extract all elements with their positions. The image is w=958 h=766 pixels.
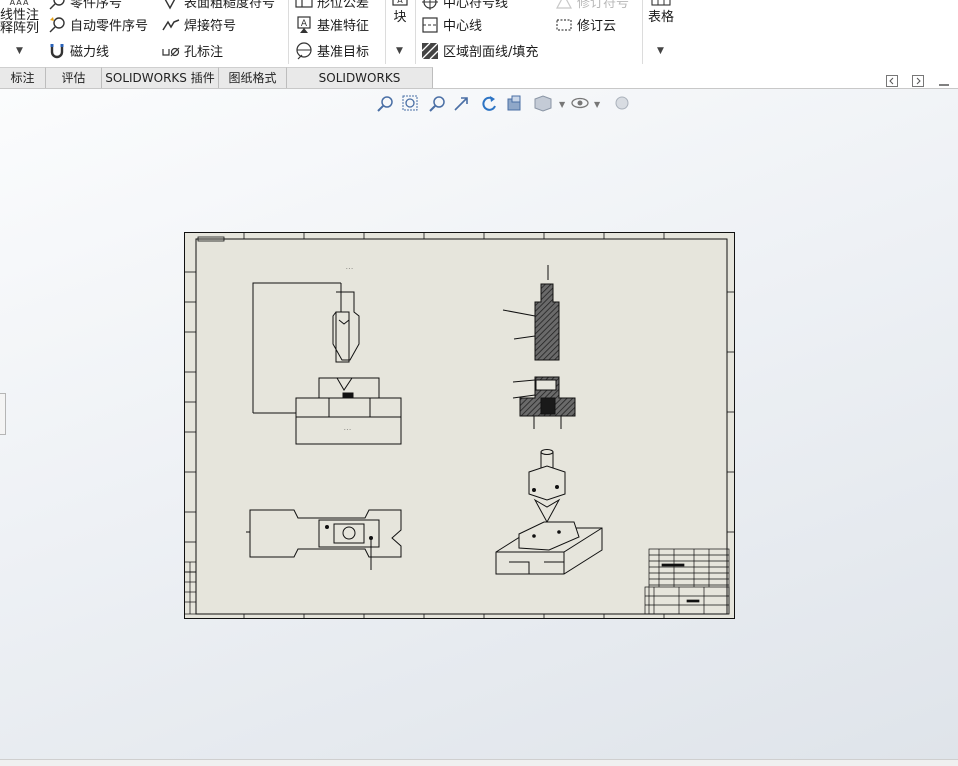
ribbon-separator (642, 0, 643, 64)
tab-solidworks-addins[interactable]: SOLIDWORKS 插件 (102, 67, 219, 88)
datum-target-button[interactable]: 基准目标 (295, 41, 369, 60)
hole-callout-label: 孔标注 (184, 45, 224, 60)
balloon-label: 零件序号 (70, 0, 123, 11)
rotate-icon[interactable] (482, 96, 496, 111)
datum-target-icon (296, 41, 312, 59)
tables-label: 表格 (648, 10, 675, 25)
geometric-tolerance-label: 形位公差 (317, 0, 370, 11)
minimize-icon[interactable] (938, 75, 950, 87)
tab-annotation[interactable]: 标注 (0, 67, 46, 88)
surface-finish-icon (165, 0, 175, 9)
geometric-tolerance-button[interactable]: 形位公差 (295, 0, 369, 11)
geometric-tolerance-icon (295, 0, 313, 8)
svg-text:- - -: - - - (346, 266, 353, 271)
ribbon-separator (415, 0, 416, 64)
revision-symbol-button[interactable]: 修订符号 (555, 0, 629, 11)
display-style-icon[interactable]: ▼ (534, 95, 566, 112)
tab-sheet-format-label: 图纸格式 (228, 71, 277, 85)
svg-text:- - -: - - - (344, 427, 351, 432)
linear-note-label-2: 释阵列 (0, 21, 40, 36)
datum-feature-label: 基准特征 (317, 19, 370, 34)
tab-annotation-label: 标注 (10, 71, 35, 85)
linear-note-pattern-button[interactable]: AAA 线性注 释阵列 (0, 0, 39, 35)
centerline-label: 中心线 (443, 19, 483, 34)
tab-solidworks-addins-label: SOLIDWORKS 插件 (105, 71, 215, 85)
area-hatch-button[interactable]: 区域剖面线/填充 (421, 41, 538, 60)
centerline-button[interactable]: 中心线 (421, 15, 482, 34)
tables-button[interactable]: 表格 (648, 0, 674, 25)
drawing-sheet[interactable]: - - - - - - (184, 232, 735, 619)
zoom-to-fit-icon[interactable] (377, 96, 393, 112)
revision-cloud-button[interactable]: 修订云 (555, 15, 616, 34)
area-hatch-icon (421, 42, 439, 59)
revision-cloud-label: 修订云 (577, 19, 617, 34)
balloon-button[interactable]: 零件序号 (48, 0, 122, 11)
tile-left-icon[interactable] (886, 75, 898, 87)
area-hatch-label: 区域剖面线/填充 (443, 45, 539, 60)
weld-symbol-button[interactable]: 焊接符号 (162, 15, 236, 34)
auto-balloon-label: 自动零件序号 (70, 19, 149, 34)
auto-balloon-button[interactable]: 自动零件序号 (48, 15, 148, 34)
balloon-icon (49, 0, 65, 9)
centerline-icon (422, 16, 438, 33)
ribbon-separator (288, 0, 289, 64)
view-orientation-icon[interactable] (507, 95, 521, 111)
tab-evaluate[interactable]: 评估 (46, 67, 102, 88)
panel-flyout-handle[interactable] (0, 393, 6, 435)
center-mark-label: 中心符号线 (443, 0, 509, 11)
zoom-in-out-icon[interactable] (429, 96, 445, 112)
magnetic-line-label: 磁力线 (70, 45, 110, 60)
chevron-down-icon[interactable]: ▼ (396, 46, 403, 56)
block-label: 块 (393, 10, 407, 25)
datum-feature-icon: A (297, 15, 311, 33)
svg-text:A: A (397, 0, 403, 5)
chevron-down-icon[interactable]: ▼ (16, 46, 23, 56)
auto-balloon-icon (49, 16, 65, 32)
surface-finish-label: 表面粗糙度符号 (184, 0, 276, 11)
command-manager-ribbon: AAA 线性注 释阵列 ▼ 零件序号 自动零件序号 磁力线 表面粗糙度符号 焊接… (0, 0, 958, 67)
chevron-down-icon[interactable]: ▼ (657, 46, 664, 56)
tab-evaluate-label: 评估 (61, 71, 86, 85)
revision-cloud-icon (556, 18, 572, 31)
datum-feature-button[interactable]: A 基准特征 (295, 15, 369, 34)
tab-sheet-format[interactable]: 图纸格式 (219, 67, 287, 88)
revision-symbol-label: 修订符号 (577, 0, 630, 11)
revision-triangle-icon (555, 0, 573, 9)
zoom-area-icon[interactable] (402, 95, 418, 111)
weld-symbol-label: 焊接符号 (184, 19, 237, 34)
svg-text:A: A (301, 19, 308, 29)
svg-text:▼: ▼ (559, 100, 566, 109)
command-manager-tabs: 标注 评估 SOLIDWORKS 插件 图纸格式 SOLIDWORKS Insp… (0, 66, 958, 105)
center-mark-button[interactable]: 中心符号线 (421, 0, 508, 11)
surface-finish-button[interactable]: 表面粗糙度符号 (162, 0, 275, 11)
heads-up-view-toolbar: ▼ ▼ (377, 95, 629, 112)
hole-callout-icon (162, 47, 180, 56)
appearance-icon[interactable] (615, 96, 629, 110)
center-mark-icon (422, 0, 438, 10)
datum-target-label: 基准目标 (317, 45, 370, 60)
block-button[interactable]: A 块 (391, 0, 409, 25)
tab-solidworks-inspection[interactable]: SOLIDWORKS Inspection (287, 67, 433, 105)
magnetic-line-button[interactable]: 磁力线 (48, 41, 109, 60)
ribbon-separator (385, 0, 386, 64)
weld-symbol-icon (162, 18, 180, 30)
pan-icon[interactable] (454, 97, 468, 111)
svg-text:▼: ▼ (594, 100, 601, 109)
tile-right-icon[interactable] (912, 75, 924, 87)
hole-callout-button[interactable]: 孔标注 (162, 41, 223, 60)
hide-show-icon[interactable]: ▼ (571, 97, 601, 110)
magnet-icon (50, 43, 64, 58)
